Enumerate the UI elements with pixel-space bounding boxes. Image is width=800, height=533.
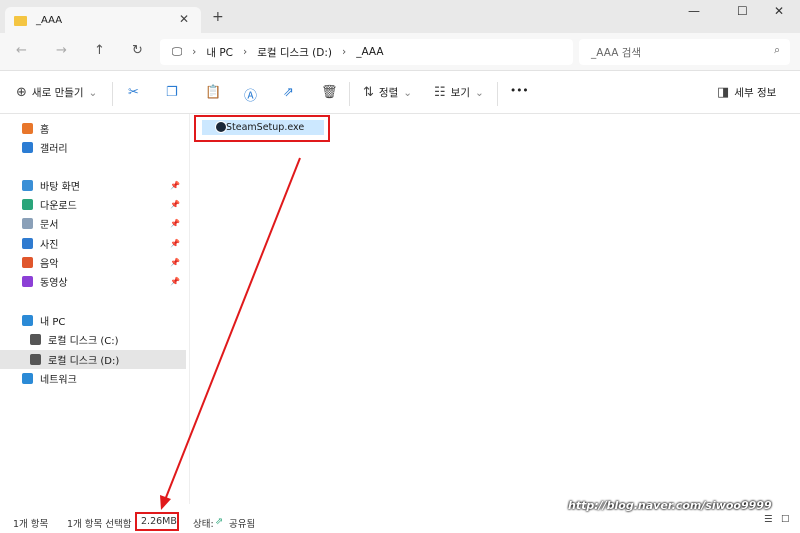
status-label: 상태: xyxy=(193,519,214,530)
details-view-button[interactable]: ☰ xyxy=(764,514,773,525)
shared-status: 공유됨 xyxy=(229,519,256,530)
tiles-view-button[interactable]: ☐ xyxy=(781,514,790,525)
watermark: http://blog.naver.com/siwoo9999 xyxy=(568,499,772,512)
highlight-box xyxy=(135,512,179,531)
item-count: 1개 항목 xyxy=(13,519,49,530)
shared-icon: ⇗ xyxy=(215,516,223,527)
annotation-arrow xyxy=(160,157,301,510)
status-bar: 1개 항목 1개 항목 선택함 2.26MB 상태: ⇗ 공유됨 ☰ ☐ xyxy=(0,510,800,533)
selected-count: 1개 항목 선택함 xyxy=(67,519,132,530)
